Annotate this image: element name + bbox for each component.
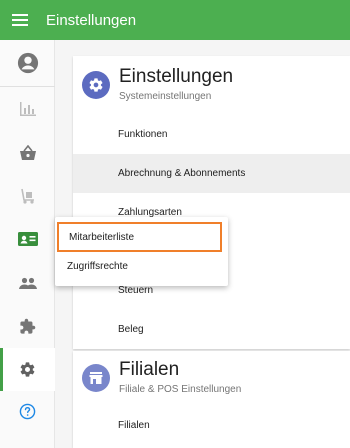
sidebar-item-extensions[interactable]: [0, 305, 55, 348]
employees-popup-menu: Mitarbeiterliste Zugriffsrechte: [55, 217, 228, 286]
sidebar: [0, 40, 55, 448]
bar-chart-icon: [19, 101, 36, 116]
branches-card: Filialen Filiale & POS Einstellungen Fil…: [73, 351, 350, 448]
settings-row-beleg[interactable]: Beleg: [73, 310, 350, 349]
basket-icon: [19, 144, 36, 160]
branches-subtitle: Filiale & POS Einstellungen: [119, 384, 242, 395]
sidebar-item-employees[interactable]: [0, 217, 55, 260]
menu-icon[interactable]: [0, 0, 40, 40]
settings-row-abrechnung[interactable]: Abrechnung & Abonnements: [73, 154, 350, 193]
popup-item-mitarbeiterliste[interactable]: Mitarbeiterliste: [57, 222, 222, 252]
settings-subtitle: Systemeinstellungen: [119, 91, 212, 102]
settings-card: Einstellungen Systemeinstellungen Funkti…: [73, 56, 350, 349]
settings-row-funktionen[interactable]: Funktionen: [73, 115, 350, 154]
sidebar-item-delivery[interactable]: [0, 174, 55, 217]
puzzle-icon: [20, 318, 36, 334]
page-title: Einstellungen: [46, 11, 137, 29]
id-card-icon: [17, 231, 38, 246]
settings-card-header: Einstellungen Systemeinstellungen: [73, 56, 350, 112]
settings-title: Einstellungen: [119, 66, 234, 87]
settings-gear-icon: [82, 71, 110, 99]
gear-icon: [20, 362, 35, 377]
account-circle-icon: [17, 52, 38, 74]
branches-row-filialen[interactable]: Filialen: [73, 406, 350, 445]
sidebar-item-account[interactable]: [0, 40, 55, 86]
branches-card-header: Filialen Filiale & POS Einstellungen: [73, 351, 350, 407]
sidebar-item-shop[interactable]: [0, 131, 55, 174]
help-icon: [19, 403, 36, 420]
people-icon: [18, 277, 37, 289]
popup-item-zugriffsrechte[interactable]: Zugriffsrechte: [55, 251, 228, 282]
sidebar-item-settings[interactable]: [0, 348, 55, 391]
sidebar-item-statistics[interactable]: [0, 87, 55, 130]
sidebar-item-help[interactable]: [0, 390, 55, 433]
hand-truck-icon: [20, 188, 34, 204]
sidebar-item-people[interactable]: [0, 261, 55, 304]
top-app-bar: Einstellungen: [0, 0, 350, 40]
store-icon: [82, 364, 110, 392]
branches-title: Filialen: [119, 359, 180, 380]
